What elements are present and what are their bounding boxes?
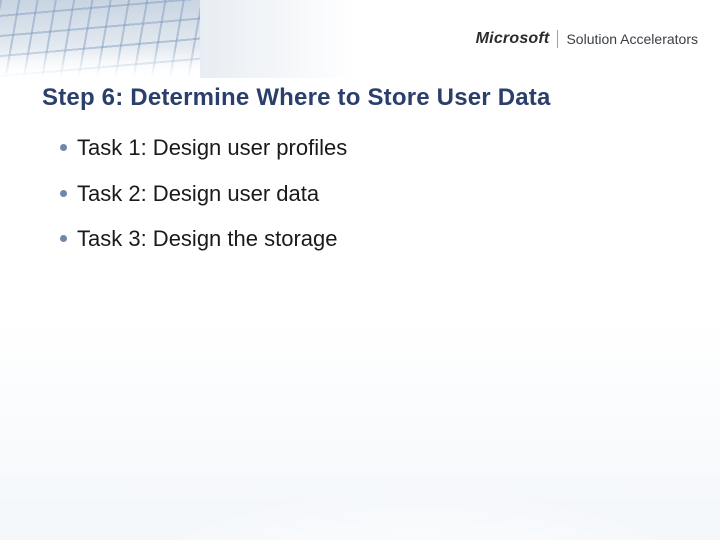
bullet-list: Task 1: Design user profiles Task 2: Des… xyxy=(60,134,680,253)
brand-lockup: Microsoft Solution Accelerators xyxy=(476,30,698,48)
header-mesh-graphic xyxy=(0,0,220,78)
bullet-text: Task 3: Design the storage xyxy=(77,225,337,253)
bullet-icon xyxy=(60,190,67,197)
bullet-text: Task 2: Design user data xyxy=(77,180,319,208)
brand-divider xyxy=(557,30,558,48)
footer-glow xyxy=(0,320,720,540)
bullet-icon xyxy=(60,235,67,242)
list-item: Task 2: Design user data xyxy=(60,180,680,208)
brand-company: Microsoft xyxy=(476,30,550,48)
list-item: Task 1: Design user profiles xyxy=(60,134,680,162)
brand-product: Solution Accelerators xyxy=(566,31,698,47)
bullet-text: Task 1: Design user profiles xyxy=(77,134,347,162)
bullet-icon xyxy=(60,144,67,151)
list-item: Task 3: Design the storage xyxy=(60,225,680,253)
slide-title: Step 6: Determine Where to Store User Da… xyxy=(42,84,690,112)
